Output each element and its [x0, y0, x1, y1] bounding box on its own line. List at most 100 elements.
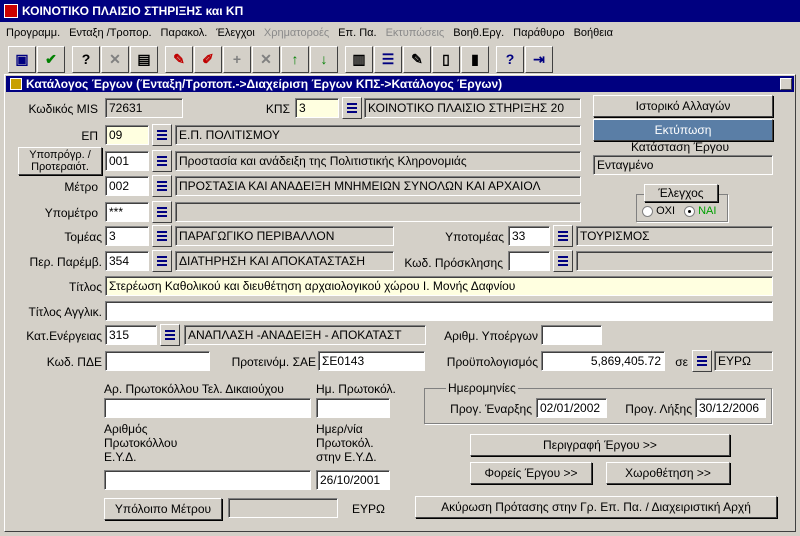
toolbar-button-enter-query[interactable]: ✎: [165, 45, 193, 73]
protocol-ben-field[interactable]: [104, 398, 311, 418]
protocol-eyd-field[interactable]: [104, 470, 311, 490]
kps-list-icon[interactable]: [342, 97, 362, 119]
start-field[interactable]: 02/01/2002: [536, 398, 607, 418]
sae-field[interactable]: ΣΕ0143: [318, 351, 425, 371]
toolbar-button-arrow-up[interactable]: ↑: [281, 45, 309, 73]
remaining-button[interactable]: Υπόλοιπο Μέτρου: [104, 498, 222, 520]
toolbar-button-delete-record[interactable]: ✕: [252, 45, 280, 73]
toolbar-button-edit[interactable]: ✐: [194, 45, 222, 73]
window-title: ΚΟΙΝΟΤΙΚΟ ΠΛΑΙΣΙΟ ΣΤΗΡΙΞΗΣ και ΚΠ: [22, 4, 244, 18]
enter-query-icon: ✎: [173, 50, 185, 67]
history-button[interactable]: Ιστορικό Αλλαγών: [593, 95, 773, 117]
menu-item-2[interactable]: Παρακολ.: [161, 27, 208, 39]
intervention-name-field[interactable]: ΔΙΑΤΗΡΗΣΗ ΚΑΙ ΑΠΟΚΑΤΑΣΤΑΣΗ: [175, 251, 394, 271]
activity-name-field[interactable]: ΑΝΑΠΛΑΣΗ -ΑΝΑΔΕΙΞΗ - ΑΠΟΚΑΤΑΣΤ: [184, 325, 426, 345]
protocol-eyd-label-line1: Αριθμός: [104, 422, 148, 436]
currency-list-icon[interactable]: [692, 350, 712, 372]
menu-bar: Προγραμμ. Ενταξη /Τροπορ. Παρακολ. Έλεγχοι Χ…: [0, 24, 800, 42]
start-label: Προγ. Έναρξης: [450, 402, 532, 416]
toolbar-button-clone-record[interactable]: ▤: [130, 45, 158, 73]
subprog-code-field[interactable]: 001: [105, 151, 149, 171]
submeasure-name-field[interactable]: [175, 202, 581, 222]
protocol-eyd-date-label: Ημερ/νία Πρωτοκόλ. στην Ε.Υ.Δ.: [316, 422, 377, 464]
menu-item-0[interactable]: Προγραμμ.: [6, 27, 60, 39]
menu-item-5[interactable]: Επ. Πα.: [338, 27, 376, 39]
print-button[interactable]: Εκτύπωση: [593, 119, 773, 141]
budget-field[interactable]: 5,869,405.72: [541, 351, 665, 371]
toolbar-button-document[interactable]: ▯: [432, 45, 460, 73]
intervention-label: Περ. Παρέμβ.: [29, 255, 102, 269]
sector-list-icon[interactable]: [152, 225, 172, 247]
toolbar-button-help[interactable]: ?: [496, 45, 524, 73]
remaining-field[interactable]: [228, 498, 338, 518]
toolbar-button-clipboard[interactable]: ▮: [461, 45, 489, 73]
mis-field[interactable]: 72631: [105, 98, 183, 118]
menu-item-7[interactable]: Βοηθ.Εργ.: [453, 27, 504, 39]
intervention-code-field[interactable]: 354: [105, 251, 149, 271]
toolbar-button-arrow-down[interactable]: ↓: [310, 45, 338, 73]
menu-item-1[interactable]: Ενταξη /Τροπορ.: [69, 27, 151, 39]
kps-name-field[interactable]: ΚΟΙΝΟΤΙΚΟ ΠΛΑΙΣΙΟ ΣΤΗΡΙΞΗΣ 20: [364, 98, 581, 118]
subprojects-field[interactable]: [541, 325, 602, 345]
sector-code-field[interactable]: 3: [105, 226, 149, 246]
menu-item-8[interactable]: Παράθυρο: [513, 27, 564, 39]
remaining-currency: ΕΥΡΩ: [352, 502, 385, 516]
clipboard-icon: ▮: [471, 50, 479, 67]
measure-name-field[interactable]: ΠΡΟΣΤΑΣΙΑ ΚΑΙ ΑΝΑΔΕΙΞΗ ΜΝΗΜΕΙΩΝ ΣΥΝΟΛΩΝ …: [175, 176, 581, 196]
budget-label: Προϋπολογισμός: [446, 355, 538, 369]
submeasure-code-field[interactable]: ***: [105, 202, 149, 222]
menu-item-9[interactable]: Βοήθεια: [574, 27, 613, 39]
description-button[interactable]: Περιγραφή Έργου >>: [470, 434, 730, 456]
protocol-eyd-label: Αριθμός Πρωτοκόλλου Ε.Υ.Δ.: [104, 422, 177, 464]
checked-radio-no[interactable]: ΟΧΙ: [642, 205, 675, 217]
location-button[interactable]: Χωροθέτηση >>: [606, 462, 730, 484]
subsector-name-field[interactable]: ΤΟΥΡΙΣΜΟΣ: [576, 226, 773, 246]
subsector-list-icon[interactable]: [553, 225, 573, 247]
activity-code-field[interactable]: 315: [105, 325, 157, 345]
edit-icon: ✐: [202, 50, 214, 67]
subsector-code-field[interactable]: 33: [508, 226, 550, 246]
ep-name-field[interactable]: Ε.Π. ΠΟΛΙΤΙΣΜΟΥ: [175, 125, 581, 145]
end-field[interactable]: 30/12/2006: [695, 398, 766, 418]
subprog-button[interactable]: Υποπρόγρ. / Προτεραιότ.: [18, 147, 102, 175]
cancel-proposal-button[interactable]: Ακύρωση Πρότασης στην Γρ. Επ. Πα. / Διαχ…: [415, 496, 777, 518]
toolbar-button-edit-doc[interactable]: ✎: [403, 45, 431, 73]
measure-code-field[interactable]: 002: [105, 176, 149, 196]
ep-list-icon[interactable]: [152, 124, 172, 146]
call-label: Κωδ. Πρόσκλησης: [404, 256, 503, 270]
submeasure-list-icon[interactable]: [152, 201, 172, 223]
subprog-name-field[interactable]: Προστασία και ανάδειξη της Πολιτιστικής …: [175, 151, 581, 171]
toolbar-button-insert-record[interactable]: +: [223, 45, 251, 73]
bodies-button[interactable]: Φορείς Έργου >>: [470, 462, 592, 484]
sector-name-field[interactable]: ΠΑΡΑΓΩΓΙΚΟ ΠΕΡΙΒΑΛΛΟΝ: [175, 226, 394, 246]
activity-list-icon[interactable]: [160, 324, 180, 346]
protocol-eyd-date-field[interactable]: 26/10/2001: [316, 470, 390, 490]
toolbar-button-list[interactable]: ☰: [374, 45, 402, 73]
status-field[interactable]: Ενταγμένο: [593, 155, 773, 175]
window-titlebar: ΚΟΙΝΟΤΙΚΟ ΠΛΑΙΣΙΟ ΣΤΗΡΙΞΗΣ και ΚΠ: [0, 0, 800, 22]
menu-item-3[interactable]: Έλεγχοι: [216, 27, 255, 39]
subprog-list-icon[interactable]: [152, 150, 172, 172]
checked-radio-yes[interactable]: ΝΑΙ: [684, 205, 716, 217]
toolbar-button-print[interactable]: ▥: [345, 45, 373, 73]
protocol-date-field[interactable]: [316, 398, 390, 418]
call-list-icon[interactable]: [553, 250, 573, 272]
call-name-field[interactable]: [576, 251, 773, 271]
toolbar-button-exit[interactable]: ⇥: [525, 45, 553, 73]
pde-field[interactable]: [105, 351, 210, 371]
ep-code-field[interactable]: 09: [105, 125, 149, 145]
kps-code-field[interactable]: 3: [295, 98, 339, 118]
title-en-field[interactable]: [105, 301, 773, 321]
toolbar-button-query[interactable]: ?: [72, 45, 100, 73]
submeasure-label: Υπομέτρο: [44, 206, 98, 220]
toolbar-button-cancel-query[interactable]: ✕: [101, 45, 129, 73]
toolbar-button-save[interactable]: ▣: [8, 45, 36, 73]
call-code-field[interactable]: [508, 251, 550, 271]
measure-list-icon[interactable]: [152, 175, 172, 197]
title-field[interactable]: Στερέωση Καθολικού και διευθέτηση αρχαιο…: [105, 276, 773, 296]
currency-field[interactable]: ΕΥΡΩ: [714, 351, 773, 371]
protocol-eyd-label-line2: Πρωτοκόλλου: [104, 436, 178, 450]
toolbar-button-check[interactable]: ✔: [37, 45, 65, 73]
intervention-list-icon[interactable]: [152, 250, 172, 272]
minimize-button[interactable]: [780, 78, 792, 90]
